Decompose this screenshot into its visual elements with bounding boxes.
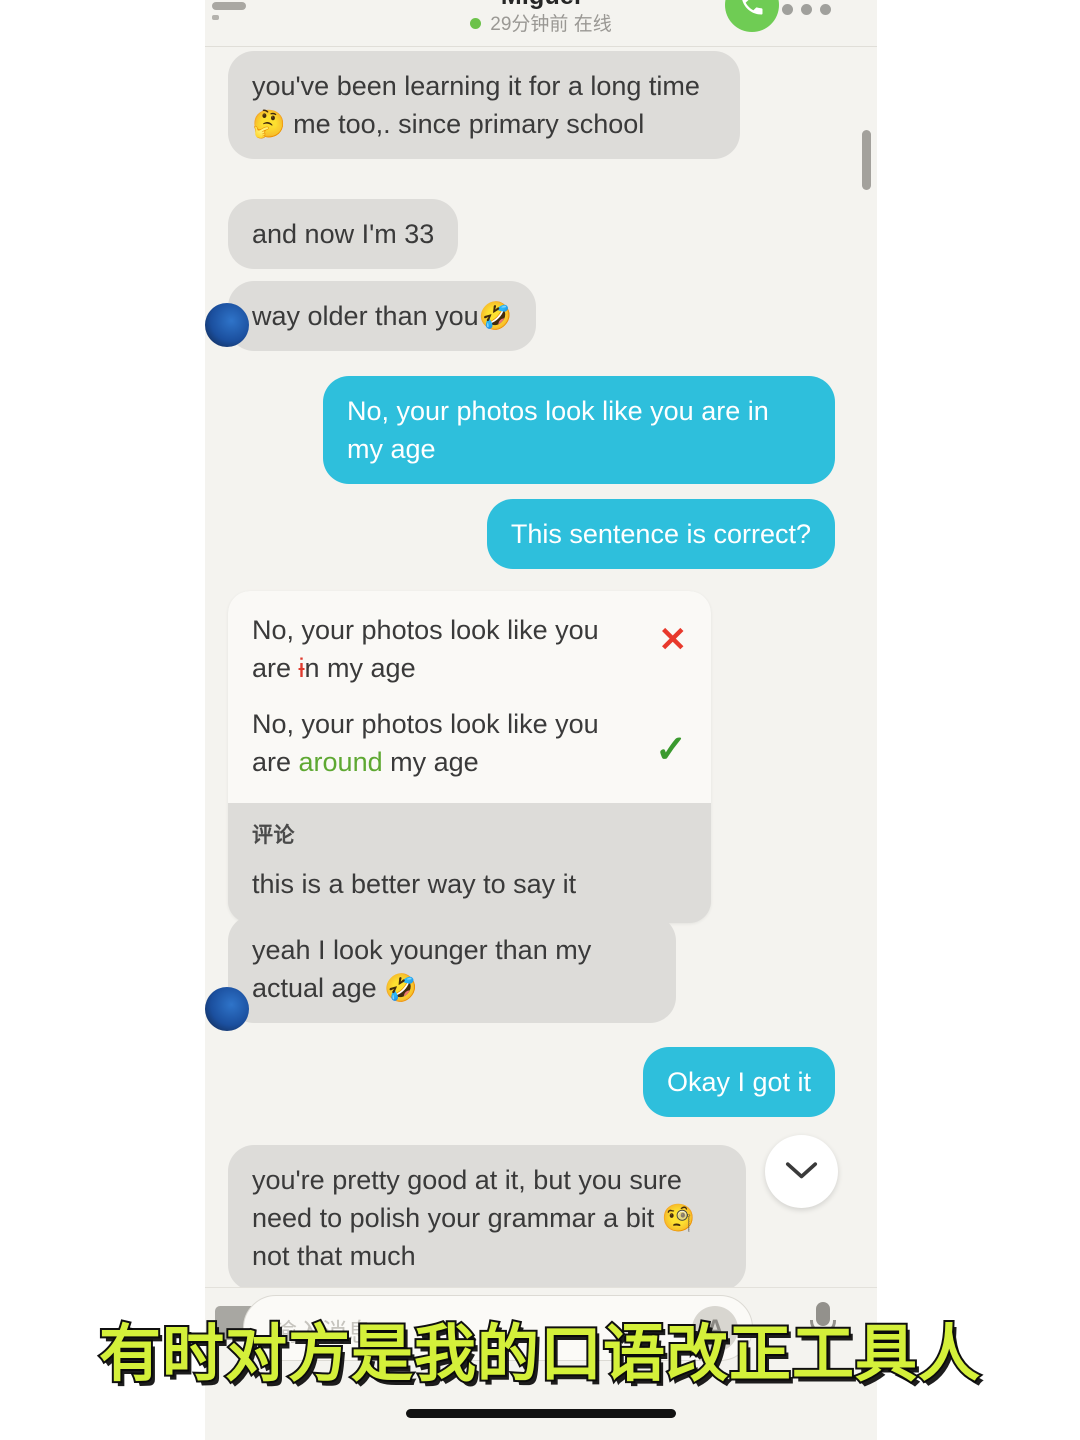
avatar[interactable] xyxy=(205,987,249,1031)
chat-app-viewport: Miguel 29分钟前 在线 you've been learning it … xyxy=(205,0,877,1440)
dot xyxy=(782,4,793,15)
phone-icon xyxy=(742,0,763,15)
corrected-suffix: my age xyxy=(382,747,479,777)
scroll-to-bottom-button[interactable] xyxy=(765,1135,838,1208)
dot xyxy=(820,4,831,15)
correction-card-body: No, your photos look like you are in my … xyxy=(228,591,711,803)
status-text: 29分钟前 在线 xyxy=(490,14,612,35)
chevron-down-icon xyxy=(785,1162,818,1179)
home-indicator xyxy=(406,1409,676,1418)
message-row-outgoing: No, your photos look like you are in my … xyxy=(323,376,835,484)
original-suffix: n my age xyxy=(304,653,416,683)
incorrect-mark-icon: ✕ xyxy=(658,621,688,659)
message-row-incoming: you're pretty good at it, but you sure n… xyxy=(228,1145,746,1291)
message-row-outgoing: This sentence is correct? xyxy=(335,499,835,569)
message-bubble-incoming[interactable]: yeah I look younger than my actual age 🤣 xyxy=(228,915,676,1023)
video-caption: 有时对方是我的口语改正工具人 xyxy=(97,1315,982,1392)
message-list-scrollbar[interactable] xyxy=(862,130,871,190)
message-row-outgoing: Okay I got it xyxy=(435,1047,835,1117)
message-row-incoming: and now I'm 33 xyxy=(228,199,459,269)
comment-label: 评论 xyxy=(252,824,295,847)
avatar[interactable] xyxy=(205,303,249,347)
corrected-highlight-word: around xyxy=(298,747,383,777)
message-bubble-outgoing[interactable]: Okay I got it xyxy=(642,1047,835,1117)
message-bubble-incoming[interactable]: you're pretty good at it, but you sure n… xyxy=(228,1145,746,1291)
correction-original-line: No, your photos look like you are in my … xyxy=(252,611,687,687)
comment-text: this is a better way to say it xyxy=(252,869,577,899)
chat-header: Miguel 29分钟前 在线 xyxy=(205,0,877,47)
correction-comment-section: 评论 this is a better way to say it xyxy=(228,803,711,923)
message-bubble-incoming[interactable]: way older than you🤣 xyxy=(228,281,537,351)
message-bubble-incoming[interactable]: you've been learning it for a long time … xyxy=(228,51,740,159)
message-list[interactable]: you've been learning it for a long time … xyxy=(205,47,877,1291)
message-row-incoming: you've been learning it for a long time … xyxy=(228,51,740,159)
screen-recording-frame: Miguel 29分钟前 在线 you've been learning it … xyxy=(0,0,1080,1440)
correct-mark-icon: ✓ xyxy=(655,729,687,771)
message-row-incoming: yeah I look younger than my actual age 🤣 xyxy=(205,915,676,1031)
correction-corrected-line: No, your photos look like you are around… xyxy=(252,705,687,781)
message-bubble-outgoing[interactable]: This sentence is correct? xyxy=(486,499,835,569)
message-row-incoming: way older than you🤣 xyxy=(205,281,537,351)
message-bubble-outgoing[interactable]: No, your photos look like you are in my … xyxy=(323,376,835,484)
online-status-dot xyxy=(470,18,482,29)
dot xyxy=(801,4,812,15)
message-bubble-incoming[interactable]: and now I'm 33 xyxy=(228,199,459,269)
correction-card[interactable]: No, your photos look like you are in my … xyxy=(228,591,711,923)
more-options-icon[interactable] xyxy=(782,4,832,18)
